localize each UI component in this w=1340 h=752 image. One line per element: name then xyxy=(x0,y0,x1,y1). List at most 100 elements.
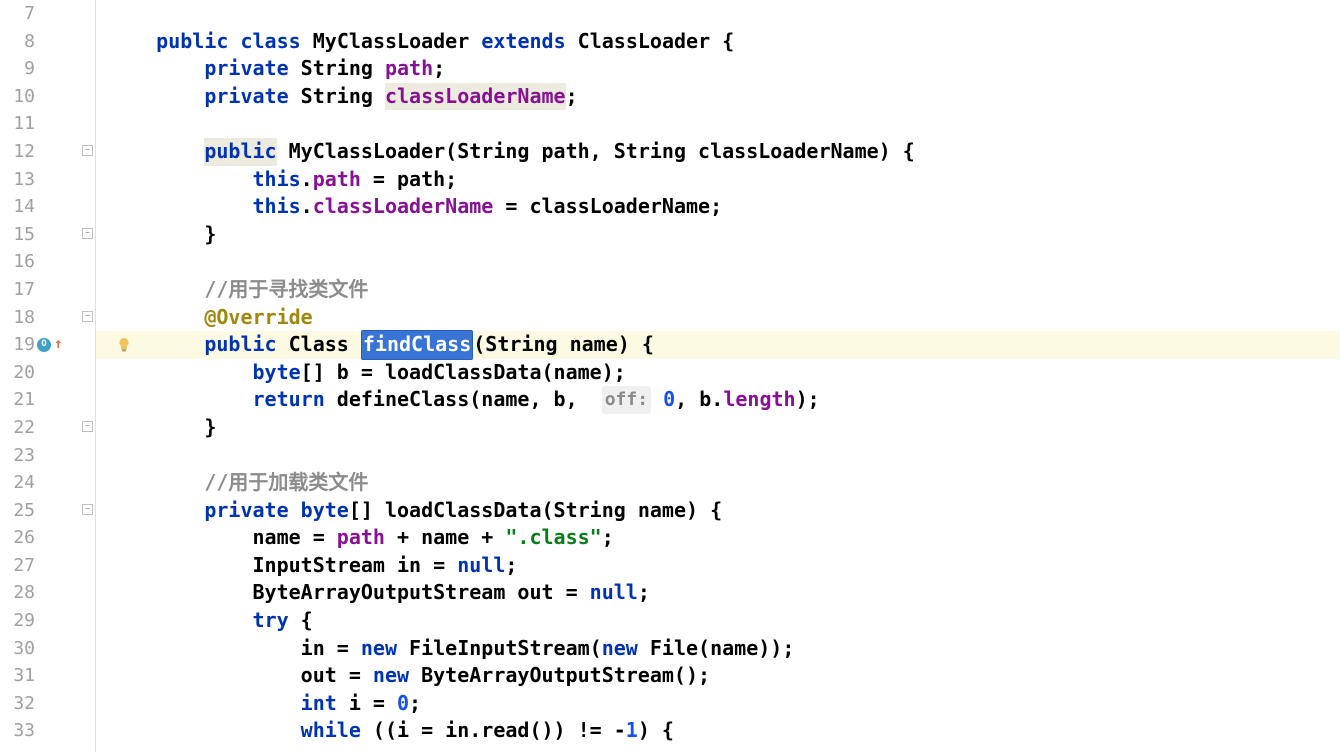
line-number: 30 xyxy=(13,635,35,663)
code-line-14[interactable]: this.classLoaderName = classLoaderName; xyxy=(96,193,1340,221)
token-type: MyClassLoader xyxy=(289,138,446,166)
gutter-line-14[interactable]: 14 xyxy=(0,193,95,221)
token-plain xyxy=(277,331,289,359)
code-line-33[interactable]: while ((i = in.read()) != -1) { xyxy=(96,717,1340,745)
code-line-31[interactable]: out = new ByteArrayOutputStream(); xyxy=(96,662,1340,690)
line-number: 9 xyxy=(24,55,35,83)
gutter-line-29[interactable]: 29 xyxy=(0,607,95,635)
gutter-line-8[interactable]: 8 xyxy=(0,28,95,56)
token-type: Class xyxy=(289,331,349,359)
code-line-22[interactable]: } xyxy=(96,414,1340,442)
gutter-line-11[interactable]: 11 xyxy=(0,110,95,138)
gutter-line-13[interactable]: 13 xyxy=(0,166,95,194)
token-plain: (String name) { xyxy=(473,331,654,359)
gutter-line-25[interactable]: 25− xyxy=(0,497,95,525)
gutter-icons xyxy=(37,166,95,194)
gutter-line-32[interactable]: 32 xyxy=(0,690,95,718)
code-line-11[interactable] xyxy=(96,110,1340,138)
code-line-8[interactable]: public class MyClassLoader extends Class… xyxy=(96,28,1340,56)
code-line-29[interactable]: try { xyxy=(96,607,1340,635)
code-line-9[interactable]: private String path; xyxy=(96,55,1340,83)
token-comment: //用于加载类文件 xyxy=(204,469,368,497)
code-area[interactable]: public class MyClassLoader extends Class… xyxy=(96,0,1340,752)
token-keyword: null xyxy=(590,579,638,607)
gutter-line-20[interactable]: 20 xyxy=(0,359,95,387)
gutter[interactable]: 789101112−131415 − 161718 − 19↑202122−232425… xyxy=(0,0,96,752)
token-plain xyxy=(289,83,301,111)
override-method-icon[interactable] xyxy=(37,338,51,352)
gutter-line-24[interactable]: 24 xyxy=(0,469,95,497)
gutter-line-12[interactable]: 12− xyxy=(0,138,95,166)
code-line-28[interactable]: ByteArrayOutputStream out = null; xyxy=(96,579,1340,607)
code-line-18[interactable]: @Override xyxy=(96,304,1340,332)
gutter-icons xyxy=(37,552,95,580)
token-plain: ByteArrayOutputStream out = xyxy=(253,579,590,607)
code-editor[interactable]: 789101112−131415 − 161718 − 19↑202122−232425… xyxy=(0,0,1340,752)
gutter-line-18[interactable]: 18 − xyxy=(0,304,95,332)
gutter-icons xyxy=(37,386,95,414)
code-line-16[interactable] xyxy=(96,248,1340,276)
token-keyword: public xyxy=(204,331,276,359)
fold-toggle-icon[interactable]: − xyxy=(82,504,93,515)
code-line-17[interactable]: //用于寻找类文件 xyxy=(96,276,1340,304)
code-line-27[interactable]: InputStream in = null; xyxy=(96,552,1340,580)
gutter-line-10[interactable]: 10 xyxy=(0,83,95,111)
gutter-icons xyxy=(37,690,95,718)
gutter-line-23[interactable]: 23 xyxy=(0,442,95,470)
line-number: 8 xyxy=(24,28,35,56)
gutter-line-33[interactable]: 33 xyxy=(0,717,95,745)
indent xyxy=(108,662,301,690)
code-line-32[interactable]: int i = 0; xyxy=(96,690,1340,718)
code-line-10[interactable]: private String classLoaderName; xyxy=(96,83,1340,111)
code-line-30[interactable]: in = new FileInputStream(new File(name))… xyxy=(96,635,1340,663)
token-keyword: null xyxy=(457,552,505,580)
token-keyword: while xyxy=(301,717,361,745)
gutter-line-30[interactable]: 30 xyxy=(0,635,95,663)
intention-bulb-icon[interactable] xyxy=(116,337,132,353)
gutter-line-15[interactable]: 15 − xyxy=(0,221,95,249)
gutter-line-19[interactable]: 19↑ xyxy=(0,331,95,359)
gutter-line-27[interactable]: 27 xyxy=(0,552,95,580)
code-line-13[interactable]: this.path = path; xyxy=(96,166,1340,194)
fold-toggle-icon[interactable]: − xyxy=(82,311,93,322)
token-plain: ByteArrayOutputStream(); xyxy=(409,662,710,690)
code-line-26[interactable]: name = path + name + ".class"; xyxy=(96,524,1340,552)
code-line-7[interactable] xyxy=(96,0,1340,28)
fold-toggle-icon[interactable]: − xyxy=(82,421,93,432)
code-line-15[interactable]: } xyxy=(96,221,1340,249)
gutter-icons: − xyxy=(37,414,95,442)
indent xyxy=(108,138,204,166)
line-number: 27 xyxy=(13,552,35,580)
indent xyxy=(108,717,301,745)
line-number: 15 xyxy=(13,221,35,249)
gutter-line-31[interactable]: 31 xyxy=(0,662,95,690)
gutter-line-22[interactable]: 22− xyxy=(0,414,95,442)
gutter-line-7[interactable]: 7 xyxy=(0,0,95,28)
code-line-21[interactable]: return defineClass(name, b, off: 0, b.le… xyxy=(96,386,1340,414)
code-line-25[interactable]: private byte[] loadClassData(String name… xyxy=(96,497,1340,525)
line-number: 32 xyxy=(13,690,35,718)
gutter-line-9[interactable]: 9 xyxy=(0,55,95,83)
fold-toggle-icon[interactable]: − xyxy=(82,145,93,156)
line-number: 24 xyxy=(13,469,35,497)
fold-toggle-icon[interactable]: − xyxy=(82,228,93,239)
line-number: 29 xyxy=(13,607,35,635)
code-line-20[interactable]: byte[] b = loadClassData(name); xyxy=(96,359,1340,387)
gutter-line-17[interactable]: 17 xyxy=(0,276,95,304)
token-plain: = classLoaderName; xyxy=(493,193,722,221)
gutter-line-21[interactable]: 21 xyxy=(0,386,95,414)
gutter-line-16[interactable]: 16 xyxy=(0,248,95,276)
token-keyword: byte xyxy=(301,497,349,525)
gutter-line-26[interactable]: 26 xyxy=(0,524,95,552)
token-plain: defineClass(name, b, xyxy=(325,386,602,414)
code-line-24[interactable]: //用于加载类文件 xyxy=(96,469,1340,497)
gutter-line-28[interactable]: 28 xyxy=(0,579,95,607)
token-string: ".class" xyxy=(505,524,601,552)
token-field: path xyxy=(313,166,361,194)
line-number: 18 xyxy=(13,304,35,332)
code-line-23[interactable] xyxy=(96,442,1340,470)
gutter-icons xyxy=(37,442,95,470)
code-line-12[interactable]: public MyClassLoader(String path, String… xyxy=(96,138,1340,166)
code-line-19[interactable]: public Class findClass(String name) { xyxy=(96,331,1340,359)
navigate-super-icon[interactable]: ↑ xyxy=(54,331,62,359)
